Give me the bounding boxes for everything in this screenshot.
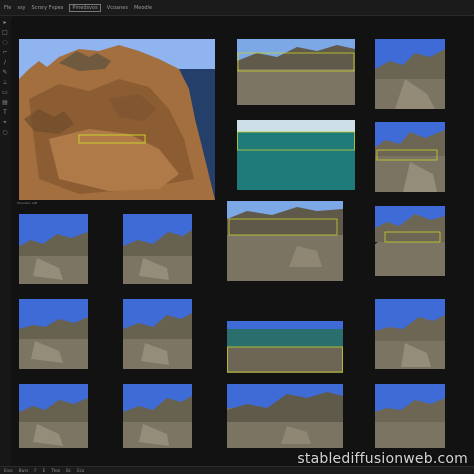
thumb-art — [19, 384, 88, 448]
brush-tool-icon[interactable]: ✎ — [2, 70, 8, 76]
type-tool-icon[interactable]: T — [2, 110, 8, 116]
thumb-sea-1[interactable] — [237, 120, 355, 190]
thumb-grid-1[interactable] — [19, 214, 88, 284]
status-item[interactable]: Bc — [66, 468, 71, 473]
thumb-art — [237, 120, 355, 190]
thumb-art — [227, 384, 343, 448]
thumb-hills-wide-3[interactable] — [227, 384, 343, 448]
thumb-grid-6[interactable] — [123, 384, 192, 448]
menu-item-3[interactable]: Scrsry Fvpes — [32, 5, 64, 11]
thumb-hill-3[interactable] — [375, 206, 445, 276]
menu-bar: Fle ssy Scrsry Fvpes Pmedsvos Vcoanes Me… — [0, 0, 474, 16]
menu-item-2[interactable]: ssy — [17, 5, 25, 11]
lasso-tool-icon[interactable]: ◌ — [2, 40, 8, 46]
eraser-tool-icon[interactable]: ▭ — [2, 90, 8, 96]
thumb-grid-5[interactable] — [19, 384, 88, 448]
thumb-art — [375, 206, 445, 276]
image-editor-app: Fle ssy Scrsry Fvpes Pmedsvos Vcoanes Me… — [0, 0, 474, 474]
menu-item-6[interactable]: Meodle — [134, 5, 152, 11]
thumb-art — [227, 201, 343, 281]
move-tool-icon[interactable]: ▸ — [2, 20, 8, 26]
thumb-art — [123, 384, 192, 448]
thumb-art — [19, 214, 88, 284]
thumb-art — [237, 39, 355, 105]
status-item[interactable]: Eros — [4, 468, 13, 473]
cliff-artwork — [19, 39, 215, 200]
menu-file[interactable]: Fle — [4, 5, 11, 11]
status-item[interactable]: Bwrs — [19, 468, 29, 473]
thumb-grid-2[interactable] — [123, 214, 192, 284]
menu-item-4[interactable]: Pmedsvos — [69, 3, 101, 12]
thumb-art — [375, 122, 445, 192]
status-item[interactable]: Eca — [77, 468, 84, 473]
stamp-tool-icon[interactable]: ⊥ — [2, 80, 8, 86]
thumb-art — [123, 214, 192, 284]
thumb-art — [375, 384, 445, 448]
thumb-art — [123, 299, 192, 369]
thumb-grid-4[interactable] — [123, 299, 192, 369]
status-item[interactable]: F — [34, 468, 36, 473]
status-item[interactable]: E — [43, 468, 46, 473]
thumb-art — [375, 299, 445, 369]
thumb-hill-1[interactable] — [375, 39, 445, 109]
pen-tool-icon[interactable]: ⌖ — [2, 120, 8, 126]
main-cliff-image[interactable] — [19, 39, 215, 200]
thumb-art — [19, 299, 88, 369]
gradient-tool-icon[interactable]: ▤ — [2, 100, 8, 106]
thumb-art — [227, 321, 343, 373]
thumb-hills-wide-1[interactable] — [237, 39, 355, 105]
watermark: stablediffusionweb.com — [297, 451, 468, 467]
marquee-tool-icon[interactable]: □ — [2, 30, 8, 36]
canvas-area[interactable]: Mrsvaten aIM — [11, 17, 474, 466]
thumb-art — [375, 39, 445, 109]
status-item[interactable]: Ttoe — [51, 468, 60, 473]
image-caption: Mrsvaten aIM — [17, 201, 38, 205]
crop-tool-icon[interactable]: ⌐ — [2, 50, 8, 56]
menu-item-5[interactable]: Vcoanes — [107, 5, 128, 11]
thumb-hill-4[interactable] — [375, 299, 445, 369]
thumb-hill-5[interactable] — [375, 384, 445, 448]
thumb-sea-2[interactable] — [227, 321, 343, 373]
eyedropper-tool-icon[interactable]: ∕ — [2, 60, 8, 66]
thumb-hills-wide-2[interactable] — [227, 201, 343, 281]
thumb-grid-3[interactable] — [19, 299, 88, 369]
thumb-hill-2[interactable] — [375, 122, 445, 192]
zoom-tool-icon[interactable]: ○ — [2, 130, 8, 136]
status-bar: Eros Bwrs F E Ttoe Bc Eca — [0, 466, 474, 474]
